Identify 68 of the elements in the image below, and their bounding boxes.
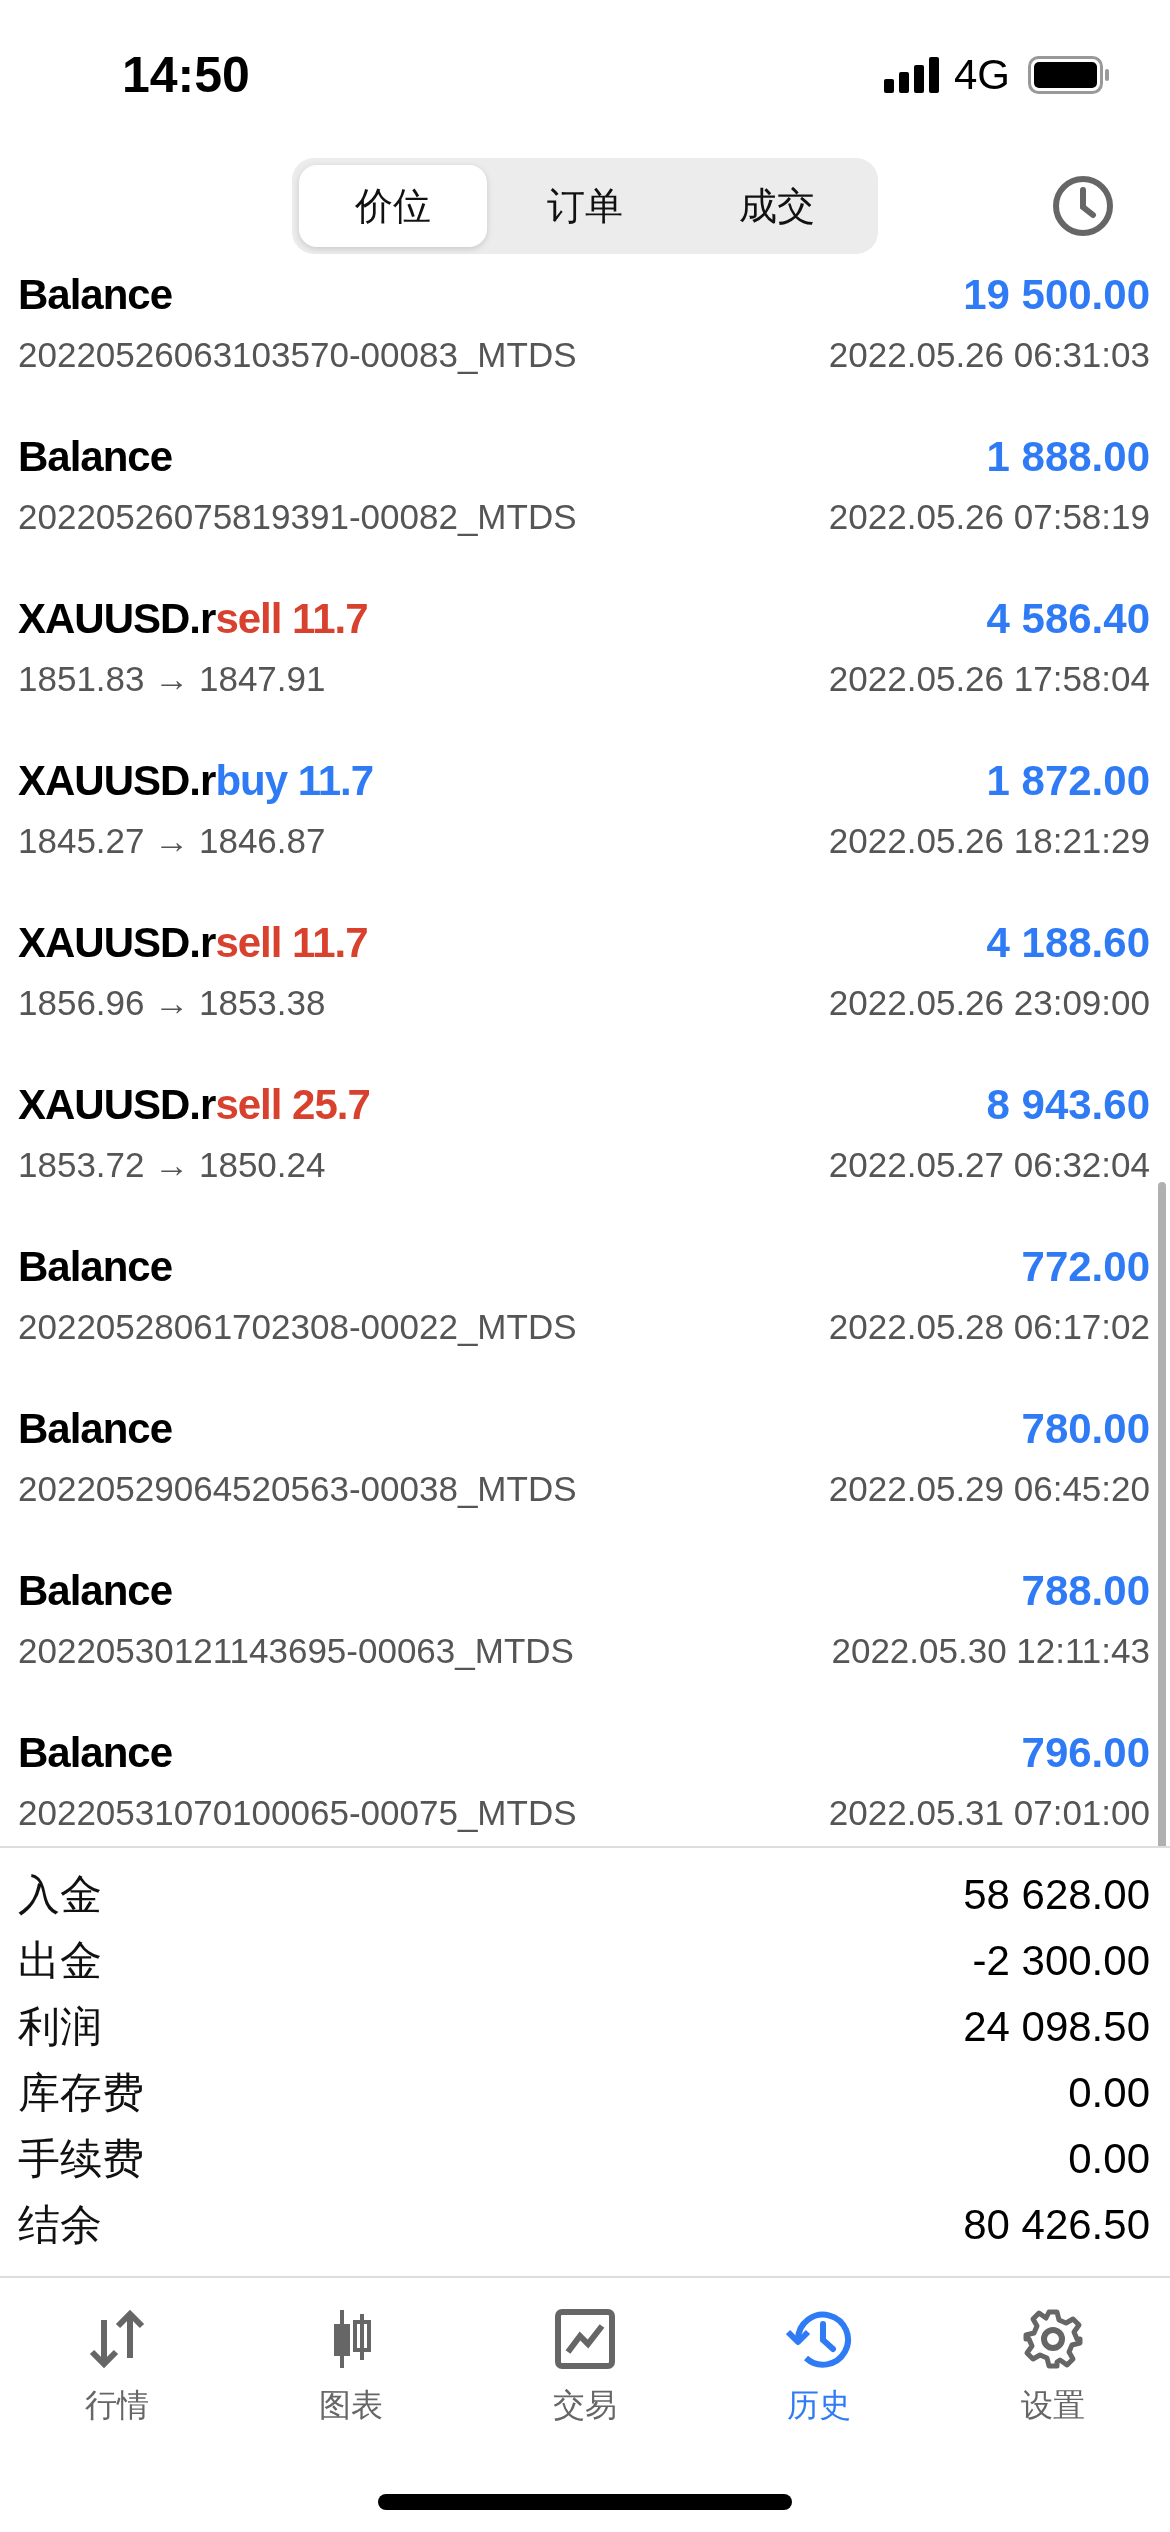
deal-detail: 20220526075819391-00082_MTDS bbox=[18, 497, 577, 537]
deal-time: 2022.05.26 06:31:03 bbox=[828, 335, 1150, 375]
deal-amount: 19 500.00 bbox=[963, 271, 1150, 319]
line-chart-icon bbox=[554, 2308, 616, 2370]
deal-time: 2022.05.26 17:58:04 bbox=[828, 659, 1150, 699]
segment-tab[interactable]: 订单 bbox=[491, 165, 679, 247]
tab-bar-item[interactable]: 交易 bbox=[495, 2308, 675, 2428]
deal-title: XAUUSD.rsell 11.7 bbox=[18, 919, 368, 967]
tab-bar-item[interactable]: 历史 bbox=[729, 2308, 909, 2428]
summary-label: 结余 bbox=[18, 2200, 102, 2250]
deal-time: 2022.05.30 12:11:43 bbox=[831, 1631, 1150, 1671]
deal-amount: 780.00 bbox=[1021, 1405, 1150, 1453]
deal-detail: 1853.72 → 1850.24 bbox=[18, 1145, 326, 1185]
deal-title: XAUUSD.rsell 25.7 bbox=[18, 1081, 370, 1129]
summary-label: 利润 bbox=[18, 2002, 102, 2052]
deal-amount: 788.00 bbox=[1021, 1567, 1150, 1615]
summary-label: 库存费 bbox=[18, 2068, 144, 2118]
deal-detail: 1856.96 → 1853.38 bbox=[18, 983, 326, 1023]
deal-time: 2022.05.26 23:09:00 bbox=[828, 983, 1150, 1023]
clock-icon[interactable] bbox=[1052, 175, 1114, 237]
deal-time: 2022.05.26 07:58:19 bbox=[828, 497, 1150, 537]
deal-detail: 20220530121143695-00063_MTDS bbox=[18, 1631, 574, 1671]
deal-time: 2022.05.29 06:45:20 bbox=[828, 1469, 1150, 1509]
segment-tab[interactable]: 价位 bbox=[299, 165, 487, 247]
deal-time: 2022.05.31 07:01:00 bbox=[828, 1793, 1150, 1833]
deal-amount: 1 888.00 bbox=[986, 433, 1150, 481]
summary-label: 出金 bbox=[18, 1936, 102, 1986]
deal-title: XAUUSD.rbuy 11.7 bbox=[18, 757, 374, 805]
tab-bar-item[interactable]: 设置 bbox=[963, 2308, 1143, 2428]
tab-bar-item[interactable]: 行情 bbox=[27, 2308, 207, 2428]
deal-detail: 20220528061702308-00022_MTDS bbox=[18, 1307, 577, 1347]
summary-value: -2 300.00 bbox=[972, 1937, 1150, 1985]
summary-value: 0.00 bbox=[1068, 2135, 1150, 2183]
deal-title: Balance bbox=[18, 433, 173, 481]
status-time: 14:50 bbox=[122, 46, 250, 104]
deal-time: 2022.05.28 06:17:02 bbox=[828, 1307, 1150, 1347]
deal-detail: 20220529064520563-00038_MTDS bbox=[18, 1469, 577, 1509]
summary-value: 58 628.00 bbox=[963, 1871, 1150, 1919]
scrollbar[interactable] bbox=[1158, 1182, 1166, 1846]
summary-label: 手续费 bbox=[18, 2134, 144, 2184]
network-label: 4G bbox=[953, 51, 1010, 99]
summary-value: 24 098.50 bbox=[963, 2003, 1150, 2051]
tab-bar-item[interactable]: 图表 bbox=[261, 2308, 441, 2428]
summary-value: 0.00 bbox=[1068, 2069, 1150, 2117]
deal-title: Balance bbox=[18, 1729, 173, 1777]
deal-amount: 1 872.00 bbox=[986, 757, 1150, 805]
deal-detail: 20220526063103570-00083_MTDS bbox=[18, 335, 577, 375]
deal-detail: 1851.83 → 1847.91 bbox=[18, 659, 326, 699]
deal-amount: 772.00 bbox=[1021, 1243, 1150, 1291]
deal-title: Balance bbox=[18, 271, 173, 319]
deal-amount: 4 188.60 bbox=[986, 919, 1150, 967]
deal-title: Balance bbox=[18, 1243, 173, 1291]
deal-title: Balance bbox=[18, 1405, 173, 1453]
battery-icon bbox=[1028, 56, 1110, 94]
deal-detail: 20220531070100065-00075_MTDS bbox=[18, 1793, 577, 1833]
deal-amount: 4 586.40 bbox=[986, 595, 1150, 643]
settings-icon bbox=[1022, 2308, 1084, 2370]
segment-tab[interactable]: 成交 bbox=[683, 165, 871, 247]
signal-icon bbox=[883, 57, 942, 93]
summary-value: 80 426.50 bbox=[963, 2201, 1150, 2249]
deal-detail: 1845.27 → 1846.87 bbox=[18, 821, 326, 861]
deal-time: 2022.05.26 18:21:29 bbox=[828, 821, 1150, 861]
deal-time: 2022.05.27 06:32:04 bbox=[828, 1145, 1150, 1185]
summary-label: 入金 bbox=[18, 1870, 102, 1920]
deal-title: XAUUSD.rsell 11.7 bbox=[18, 595, 368, 643]
deal-amount: 8 943.60 bbox=[986, 1081, 1150, 1129]
deal-title: Balance bbox=[18, 1567, 173, 1615]
deal-amount: 796.00 bbox=[1021, 1729, 1150, 1777]
